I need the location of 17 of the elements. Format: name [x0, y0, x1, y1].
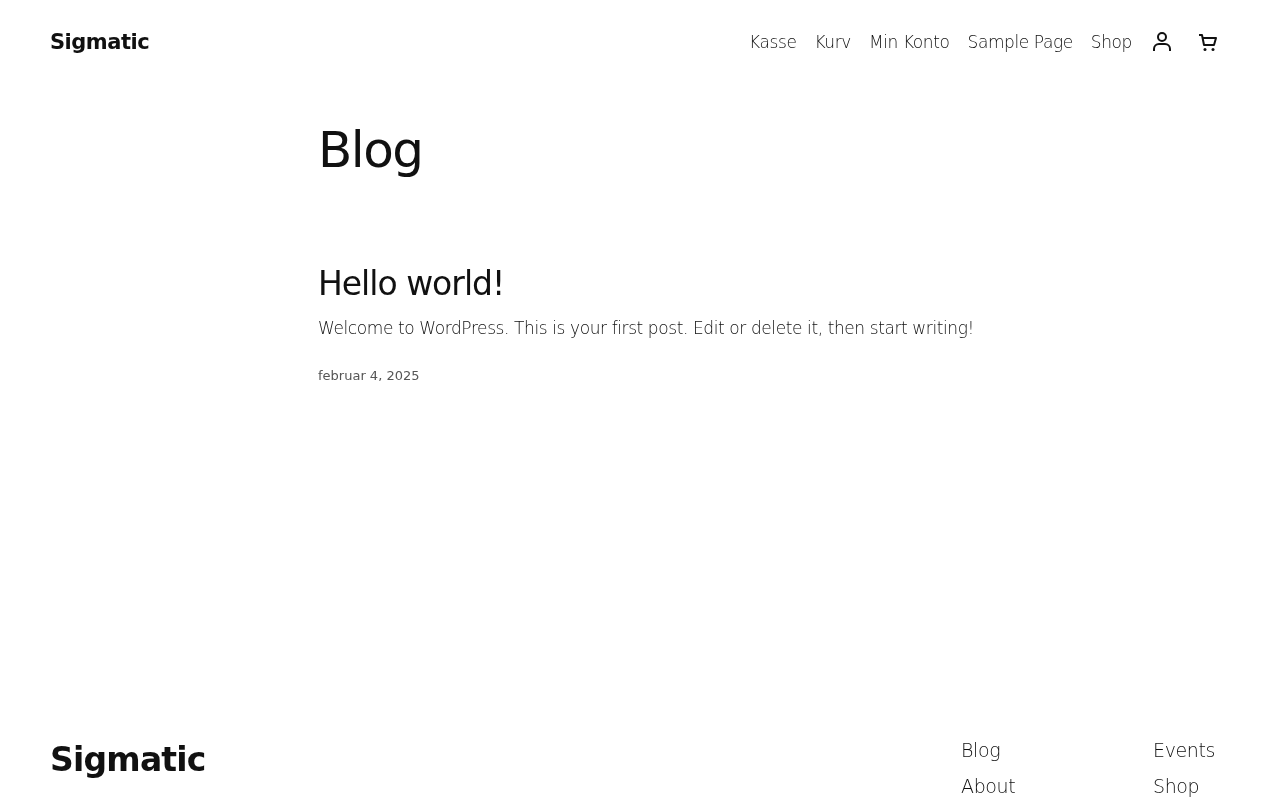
cart-icon[interactable] [1198, 32, 1218, 52]
page-title: Blog [318, 120, 424, 181]
footer-link[interactable]: Shop [1153, 774, 1215, 798]
nav-link[interactable]: Shop [1090, 32, 1132, 52]
footer-site-title[interactable]: Sigmatic [50, 740, 206, 798]
nav-link[interactable]: Kurv [814, 32, 851, 52]
footer-link[interactable]: Events [1153, 738, 1215, 762]
site-title[interactable]: Sigmatic [50, 30, 150, 54]
post-date: februar 4, 2025 [318, 368, 421, 383]
footer-link[interactable]: About [961, 774, 1044, 798]
nav-link[interactable]: Kasse [749, 32, 797, 52]
nav-link[interactable]: Sample Page [967, 32, 1073, 52]
account-icon[interactable] [1152, 31, 1172, 53]
footer-link[interactable]: Blog [961, 738, 1044, 762]
nav-link[interactable]: Min Konto [869, 32, 950, 52]
post-excerpt: Welcome to WordPress. This is your first post. Edit or delete it, then start writing! [318, 318, 975, 338]
post-title[interactable]: Hello world! [318, 262, 1280, 306]
